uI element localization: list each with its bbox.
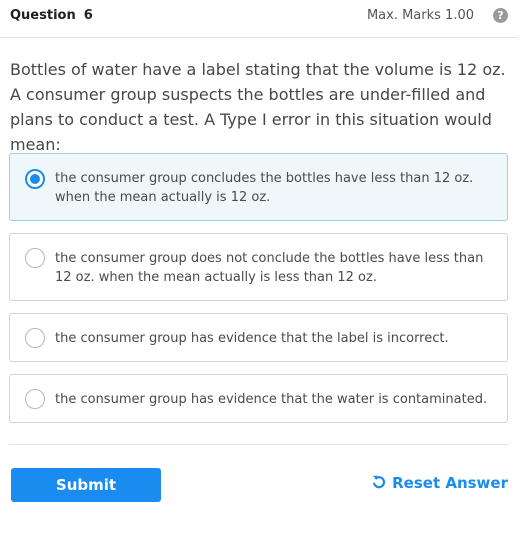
radio-icon[interactable] [25, 248, 45, 268]
radio-selected-icon[interactable] [25, 169, 45, 189]
undo-icon [373, 475, 386, 489]
option-1[interactable]: the consumer group concludes the bottles… [9, 153, 508, 221]
radio-icon[interactable] [25, 328, 45, 348]
question-label: Question 6 [10, 7, 93, 25]
max-marks: Max. Marks 1.00 [366, 8, 474, 23]
radio-icon[interactable] [25, 389, 45, 409]
question-header: Question 6 Max. Marks 1.00 ? [10, 7, 508, 25]
submit-button[interactable]: Submit [11, 468, 161, 502]
question-text: Bottles of water have a label stating th… [10, 60, 506, 154]
question-page: Question 6 Max. Marks 1.00 ? Bottles of w… [0, 0, 528, 542]
footer-divider [9, 444, 508, 445]
option-2[interactable]: the consumer group does not conclude the… [9, 233, 508, 301]
option-3[interactable]: the consumer group has evidence that the… [9, 313, 508, 362]
question-label-text: Question [10, 8, 76, 23]
option-2-text: the consumer group does not conclude the… [55, 251, 484, 285]
question-number: 6 [83, 8, 93, 23]
option-3-text: the consumer group has evidence that the… [55, 331, 449, 346]
option-4-text: the consumer group has evidence that the… [55, 392, 488, 407]
reset-answer-button[interactable]: Reset Answer [372, 472, 508, 494]
option-4[interactable]: the consumer group has evidence that the… [9, 374, 508, 423]
reset-answer-label: Reset Answer [392, 474, 508, 492]
help-circle-icon[interactable]: ? [493, 8, 508, 23]
option-1-text: the consumer group concludes the bottles… [55, 171, 474, 205]
header-divider [0, 37, 518, 38]
